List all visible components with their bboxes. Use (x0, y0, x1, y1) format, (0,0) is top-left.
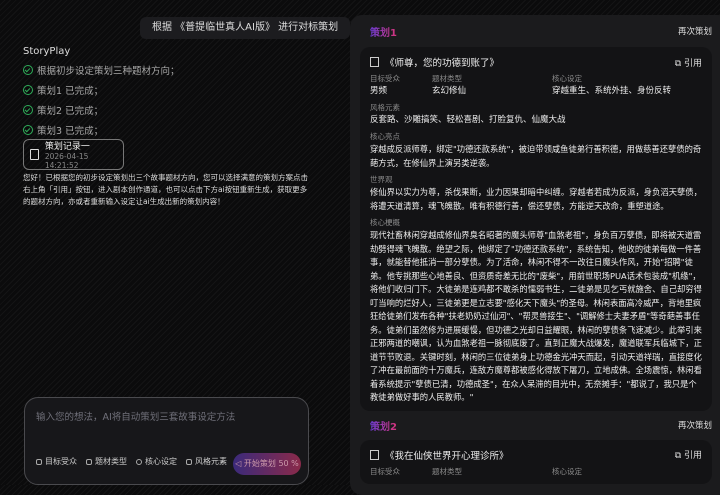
step-label: 根据初步设定策划三种题材方向； (37, 66, 180, 77)
step-label: 策划1 已完成； (37, 86, 104, 97)
shield-icon (186, 458, 192, 465)
tag-label: 风格元素 (195, 457, 227, 466)
step-label: 策划2 已完成； (37, 106, 104, 117)
check-circle-icon (23, 105, 33, 115)
check-circle-icon (23, 65, 33, 75)
plans-panel: 策划1 再次策划 《师尊，您的功德到账了》 ⧉ 引用 目标受众 男频 题材类型 玄幻修仙… (350, 15, 720, 495)
document-icon (30, 149, 39, 160)
step-item: 策划3 已完成； (23, 120, 180, 140)
plan-record-card[interactable]: 策划记录一 2026-04-15 14:21:52 (23, 139, 124, 170)
tag-audience[interactable]: 目标受众 (36, 456, 77, 467)
replan-button[interactable]: 再次策划 (678, 419, 712, 431)
field-label: 题材类型 (432, 74, 462, 83)
user-icon (36, 458, 42, 465)
field-label: 核心设定 (552, 74, 582, 83)
idea-input[interactable]: 输入您的想法，AI将自动策划三套故事设定方法 (36, 409, 235, 423)
start-plan-label: 开始策划 50 % (243, 459, 299, 468)
circle-icon (136, 458, 142, 465)
tag-label: 题材类型 (95, 457, 127, 466)
card-icon (86, 458, 92, 465)
tag-label: 目标受众 (45, 457, 77, 466)
progress-steps: 根据初步设定策划三种题材方向； 策划1 已完成； 策划2 已完成； 策划3 已完… (23, 60, 180, 140)
field-label: 风格元素 (370, 103, 400, 112)
field-label: 核心设定 (552, 466, 582, 476)
idea-input-box[interactable]: 输入您的想法，AI将自动策划三套故事设定方法 目标受众 题材类型 核心设定 风格… (24, 397, 309, 485)
plan-label: 策划2 (370, 418, 397, 433)
cite-label: 引用 (683, 451, 702, 461)
cite-button[interactable]: ⧉ 引用 (675, 56, 702, 69)
check-circle-icon (23, 85, 33, 95)
plan-title: 《师尊，您的功德到账了》 (385, 58, 500, 69)
field-label: 目标受众 (370, 74, 400, 83)
check-circle-icon (23, 125, 33, 135)
record-title: 策划记录一 (44, 142, 90, 152)
user-message: 根据 《普提临世真人AI版》 进行对标策划 (140, 17, 351, 39)
tag-genre[interactable]: 题材类型 (86, 456, 127, 467)
start-plan-button[interactable]: ◁ 开始策划 50 % (233, 453, 301, 475)
assistant-reply: 您好！已根据您的初步设定策划出三个故事题材方向，您可以选择满意的策划方案点击右上… (23, 173, 308, 206)
step-item: 根据初步设定策划三种题材方向； (23, 60, 180, 80)
tag-label: 核心设定 (145, 457, 177, 466)
step-label: 策划3 已完成； (37, 126, 104, 137)
field-label: 世界观 (370, 175, 393, 184)
field-value: 玄幻修仙 (432, 86, 467, 96)
field-label: 题材类型 (432, 466, 462, 476)
highlight-text: 穿越成反派师尊，绑定"功德还款系统"，被迫带领咸鱼徒弟行善积德，用做慈善还孽债的… (370, 144, 702, 168)
plan-label: 策划1 (370, 24, 397, 39)
plan-card: 《我在仙侠世界开心理诊所》 ⧉ 引用 目标受众 题材类型 核心设定 (360, 439, 712, 484)
field-value: 反套路、沙雕搞笑、轻松喜剧、打脸复仇、仙魔大战 (370, 115, 566, 125)
step-item: 策划2 已完成； (23, 100, 180, 120)
field-value: 男频 (370, 86, 388, 96)
film-icon (370, 449, 379, 460)
plan-title: 《我在仙侠世界开心理诊所》 (385, 450, 509, 462)
world-text: 修仙界以实力为尊，杀伐果断，业力因果却暗中纠缠。穿越者若成为反派，身负滔天孽债，… (370, 187, 702, 211)
field-value: 穿越重生、系统外挂、身份反转 (552, 86, 672, 96)
tag-style[interactable]: 风格元素 (186, 456, 227, 467)
replan-button[interactable]: 再次策划 (678, 25, 712, 37)
record-time: 2026-04-15 14:21:52 (44, 152, 89, 170)
assistant-name: StoryPlay (23, 46, 71, 57)
step-item: 策划1 已完成； (23, 80, 180, 100)
tag-core[interactable]: 核心设定 (136, 456, 177, 467)
field-label: 核心亮点 (370, 132, 400, 141)
send-icon: ◁ (235, 459, 244, 468)
field-label: 核心梗概 (370, 218, 400, 227)
field-label: 目标受众 (370, 466, 400, 476)
plot-text: 现代社畜林闲穿越成修仙界臭名昭著的魔头师尊"血煞老祖"，身负百万孽债，即将被天道… (370, 230, 702, 402)
film-icon (370, 57, 379, 67)
cite-label: 引用 (683, 58, 702, 69)
plan-card: 《师尊，您的功德到账了》 ⧉ 引用 目标受众男频 题材类型玄幻修仙 核心设定穿越重… (360, 47, 712, 411)
cite-button[interactable]: ⧉ 引用 (675, 448, 702, 461)
